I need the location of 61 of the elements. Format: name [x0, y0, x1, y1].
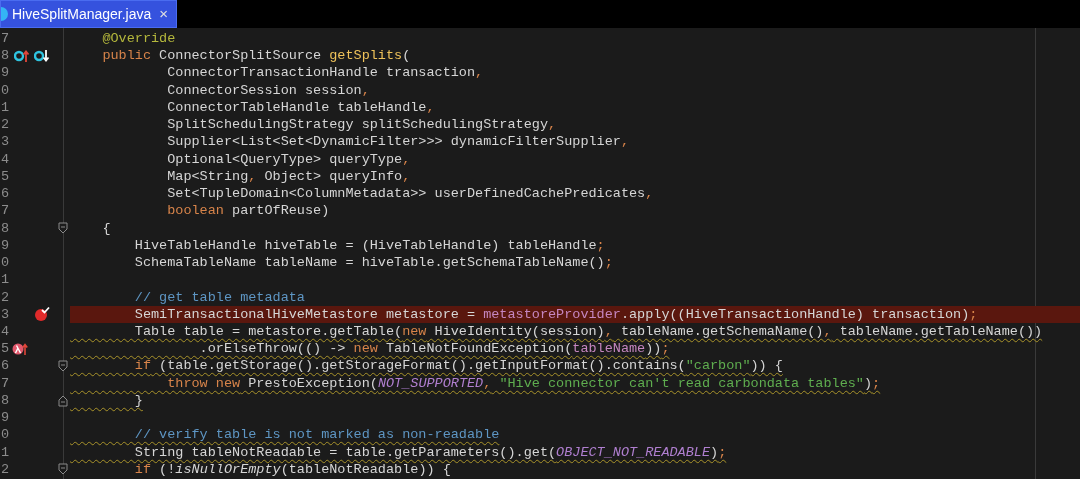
line-number: 8	[0, 47, 11, 65]
line-number: 2	[0, 288, 11, 306]
line-number: 1	[0, 98, 11, 117]
code-line: SchemaTableName tableName = hiveTable.getSchemaTableName();	[133, 254, 614, 272]
fold-icon[interactable]	[58, 222, 68, 235]
code-line: boolean partOfReuse)	[166, 202, 331, 220]
code-line: public ConnectorSplitSource getSplits(	[101, 47, 412, 65]
code-line: String tableNotReadable = table.getParameters().get(OBJECT_NOT_READABLE);	[133, 443, 728, 461]
code-line: @Override	[101, 30, 177, 48]
code-line: Optional<QueryType> queryType,	[166, 150, 412, 168]
fold-icon[interactable]	[58, 463, 68, 476]
line-number: 9	[0, 409, 11, 427]
code-line: // get table metadata	[133, 288, 306, 306]
file-tab[interactable]: HiveSplitManager.java ×	[0, 0, 178, 28]
line-number: 6	[0, 357, 11, 375]
line-number: 5	[0, 340, 11, 358]
code-line: throw new PrestoException(NOT_SUPPORTED, "Hive connector can't read carbondata tables");	[166, 374, 882, 392]
line-number: 9	[0, 64, 11, 82]
code-line: Table table = metastore.getTable(new HiveIdentity(session), tableName.getSchemaName(), tableName.getTableName())	[133, 323, 1044, 341]
code-line: Map<String, Object> queryInfo,	[166, 167, 412, 186]
lambda-breakpoint-icon[interactable]	[12, 341, 28, 356]
line-number: 3	[0, 133, 11, 151]
code-line: // verify table is not marked as non-readable	[133, 426, 501, 444]
code-line: ConnectorSession session,	[166, 81, 371, 99]
line-number: 2	[0, 460, 11, 479]
implemented-down-arrow-icon[interactable]	[34, 48, 50, 63]
line-number: 0	[0, 254, 11, 272]
override-up-arrow-icon[interactable]	[14, 48, 30, 63]
code-line: }	[133, 391, 144, 410]
code-line: Set<TupleDomain<ColumnMetadata>> userDefinedCachePredicates,	[166, 185, 655, 203]
file-icon	[1, 6, 8, 22]
line-number: 0	[0, 81, 11, 99]
line-number: 7	[0, 202, 11, 220]
code-line: .orElseThrow(() -> new TableNotFoundException(tableName));	[198, 340, 671, 358]
line-number: 2	[0, 116, 11, 134]
line-number: 1	[0, 443, 11, 461]
code-line: Supplier<List<Set<DynamicFilter>>> dynamicFilterSupplier,	[166, 133, 630, 151]
code-line: if (table.getStorage().getStorageFormat().getInputFormat().contains("carbon")) {	[133, 357, 784, 375]
line-number: 8	[0, 219, 11, 237]
line-number: 0	[0, 426, 11, 444]
line-number: 6	[0, 185, 11, 203]
line-number: 7	[0, 374, 11, 392]
line-number: 7	[0, 30, 11, 48]
line-number: 3	[0, 305, 11, 323]
line-number: 8	[0, 391, 11, 410]
unfold-icon[interactable]	[58, 394, 68, 407]
code-line: ConnectorTransactionHandle transaction,	[166, 64, 485, 82]
fold-icon[interactable]	[58, 360, 68, 373]
code-line: ConnectorTableHandle tableHandle,	[166, 98, 436, 117]
line-number: 1	[0, 271, 11, 289]
line-number: 4	[0, 150, 11, 168]
code-line: SplitSchedulingStrategy splitSchedulingStrategy,	[166, 116, 558, 134]
line-number: 5	[0, 167, 11, 186]
breakpoint-check-icon[interactable]	[34, 306, 50, 323]
line-number: 9	[0, 236, 11, 255]
tab-title: HiveSplitManager.java	[12, 4, 152, 24]
code-line: {	[101, 219, 112, 237]
code-line: HiveTableHandle hiveTable = (HiveTableHandle) tableHandle;	[133, 236, 606, 255]
close-button[interactable]: ×	[159, 2, 169, 26]
line-number: 4	[0, 323, 11, 341]
code-line: if (!isNullOrEmpty(tableNotReadable)) {	[133, 460, 452, 479]
